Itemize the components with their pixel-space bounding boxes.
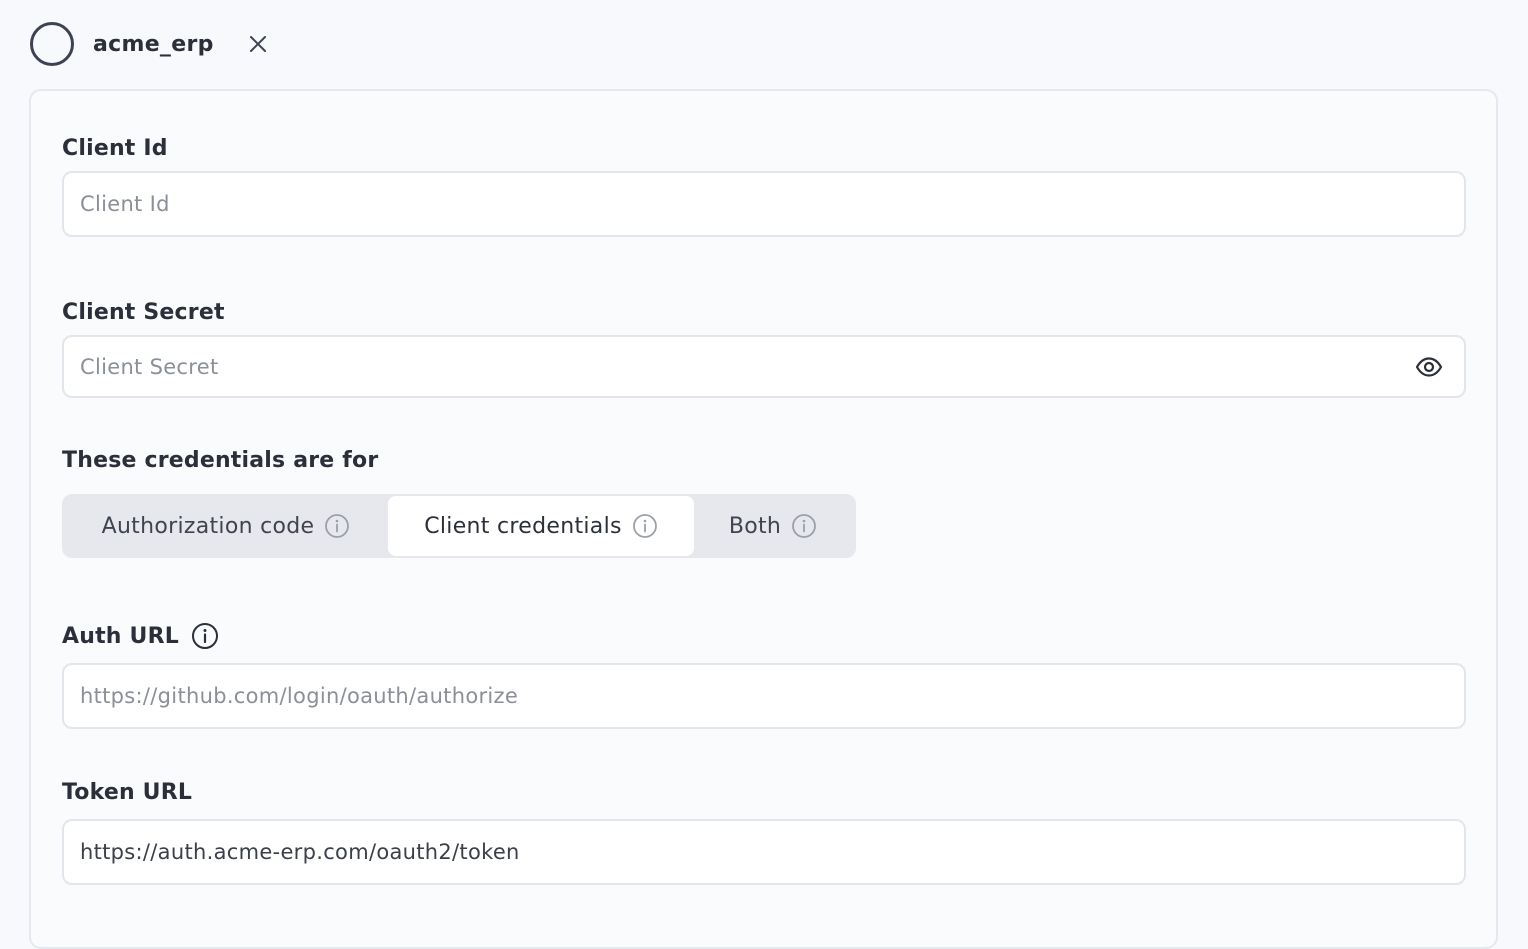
option-label: Client credentials bbox=[424, 513, 622, 539]
token-url-label: Token URL bbox=[62, 780, 192, 805]
connection-header: acme_erp bbox=[30, 22, 270, 66]
token-url-label-text: Token URL bbox=[62, 780, 193, 805]
credentials-for-label-text: These credentials are for bbox=[62, 448, 379, 473]
reveal-secret-button[interactable] bbox=[1413, 352, 1445, 382]
client-id-label-text: Client Id bbox=[62, 136, 168, 161]
option-client-credentials[interactable]: Client credentials bbox=[388, 496, 694, 556]
eye-icon bbox=[1415, 357, 1443, 377]
client-secret-label-text: Client Secret bbox=[62, 300, 225, 325]
credentials-for-label: These credentials are for bbox=[62, 448, 378, 473]
info-icon[interactable] bbox=[324, 513, 350, 539]
client-id-input[interactable] bbox=[62, 171, 1466, 237]
client-secret-input[interactable] bbox=[62, 335, 1466, 398]
info-icon[interactable] bbox=[191, 622, 219, 650]
auth-url-label: Auth URL bbox=[62, 622, 219, 650]
auth-url-input[interactable] bbox=[62, 663, 1466, 729]
status-ring-icon bbox=[30, 22, 74, 66]
option-label: Both bbox=[728, 513, 782, 539]
option-authorization-code[interactable]: Authorization code bbox=[64, 496, 388, 556]
client-secret-label: Client Secret bbox=[62, 300, 225, 325]
info-icon[interactable] bbox=[791, 513, 817, 539]
option-label: Authorization code bbox=[101, 513, 315, 539]
auth-url-label-text: Auth URL bbox=[62, 623, 179, 649]
connection-title: acme_erp bbox=[93, 31, 214, 57]
info-icon[interactable] bbox=[632, 513, 658, 539]
option-both[interactable]: Both bbox=[694, 496, 852, 556]
close-button[interactable] bbox=[246, 32, 270, 56]
client-id-label: Client Id bbox=[62, 136, 168, 161]
close-icon bbox=[249, 36, 266, 52]
credentials-type-selector: Authorization code Client credentials Bo… bbox=[62, 494, 856, 558]
token-url-input[interactable] bbox=[62, 819, 1466, 885]
